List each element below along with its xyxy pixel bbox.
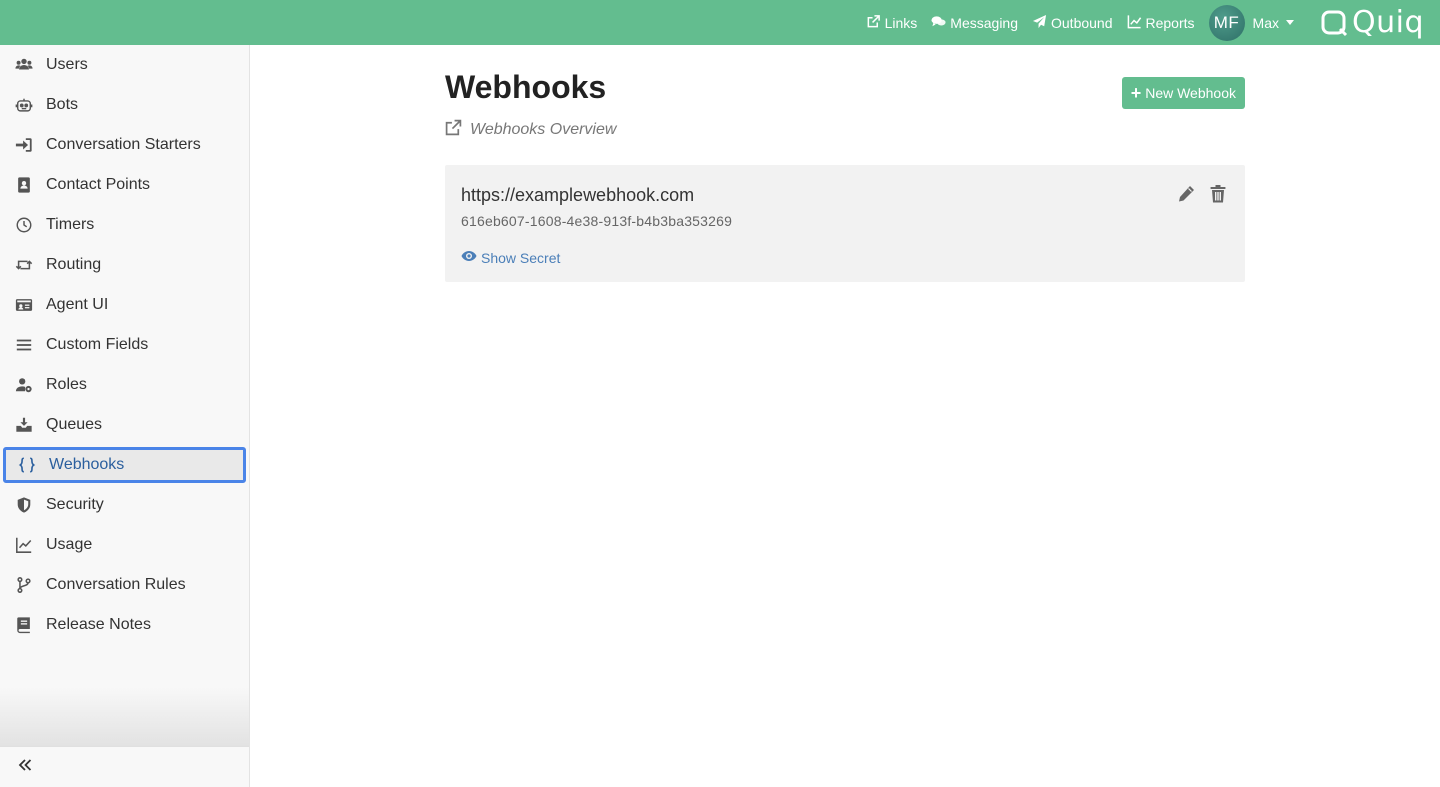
collapse-sidebar-button[interactable] [15, 757, 35, 777]
sidebar-item-label: Usage [46, 536, 93, 553]
sidebar-item-label: Users [46, 56, 88, 73]
sidebar-item-queues[interactable]: Queues [0, 405, 249, 445]
area-chart-icon [14, 535, 34, 555]
address-book-icon [14, 175, 34, 195]
avatar[interactable]: MF [1208, 4, 1245, 41]
webhook-actions [1175, 184, 1229, 209]
eye-icon [461, 248, 477, 267]
sidebar-item-agent-ui[interactable]: Agent UI [0, 285, 249, 325]
nav-reports-label: Reports [1145, 14, 1195, 31]
sidebar-item-users[interactable]: Users [0, 45, 249, 85]
sidebar-item-label: Contact Points [46, 176, 151, 193]
robot-icon [14, 95, 34, 115]
users-icon [14, 55, 34, 75]
sidebar-item-label: Agent UI [46, 296, 109, 313]
caret-down-icon [1285, 20, 1294, 25]
clock-icon [14, 215, 34, 235]
user-name-dropdown[interactable]: Max [1253, 15, 1294, 31]
sidebar-footer [0, 746, 249, 787]
sidebar-item-label: Queues [46, 416, 103, 433]
nav-outbound-label: Outbound [1051, 14, 1113, 31]
sidebar-item-custom-fields[interactable]: Custom Fields [0, 325, 249, 365]
sidebar: Users Bots Conversation Starters Contact… [0, 45, 250, 787]
sidebar-item-label: Bots [46, 96, 79, 113]
new-webhook-button[interactable]: + New Webhook [1121, 77, 1245, 109]
sidebar-item-label: Roles [46, 376, 87, 393]
comments-icon [931, 14, 946, 32]
code-branch-icon [14, 575, 34, 595]
double-chevron-left-icon [17, 757, 33, 778]
overview-link-label: Webhooks Overview [470, 121, 617, 138]
webhooks-overview-link[interactable]: Webhooks Overview [445, 119, 616, 141]
sidebar-item-label: Routing [46, 256, 102, 273]
plus-icon: + [1130, 82, 1142, 103]
retweet-icon [14, 255, 34, 275]
nav-reports[interactable]: Reports [1127, 14, 1195, 32]
inbox-download-icon [14, 415, 34, 435]
show-secret-label: Show Secret [481, 249, 561, 266]
bars-icon [14, 335, 34, 355]
webhook-card: https://examplewebhook.com 616eb607-1608… [445, 165, 1245, 282]
paper-plane-icon [1032, 14, 1047, 32]
nav-links[interactable]: Links [866, 14, 918, 32]
shield-icon [14, 495, 34, 515]
sidebar-nav: Users Bots Conversation Starters Contact… [0, 45, 249, 645]
show-secret-link[interactable]: Show Secret [461, 248, 560, 267]
user-cog-icon [14, 375, 34, 395]
edit-webhook-button[interactable] [1175, 185, 1197, 207]
user-menu[interactable]: MF Max [1208, 4, 1294, 41]
nav-outbound[interactable]: Outbound [1032, 14, 1113, 32]
pencil-icon [1176, 184, 1196, 209]
sidebar-item-label: Conversation Rules [46, 576, 186, 593]
logo-text: Quiq [1351, 5, 1424, 40]
nav-messaging-label: Messaging [950, 14, 1018, 31]
sidebar-item-roles[interactable]: Roles [0, 365, 249, 405]
sidebar-item-webhooks[interactable]: Webhooks [3, 447, 246, 483]
id-card-icon [14, 295, 34, 315]
sidebar-item-conversation-rules[interactable]: Conversation Rules [0, 565, 249, 605]
webhook-id: 616eb607-1608-4e38-913f-b4b3ba353269 [461, 213, 733, 229]
sidebar-item-label: Timers [46, 216, 95, 233]
nav-messaging[interactable]: Messaging [931, 14, 1018, 32]
sidebar-item-label: Custom Fields [46, 336, 149, 353]
sidebar-item-label: Conversation Starters [46, 136, 201, 153]
quiq-logo: Quiq [1320, 5, 1424, 40]
nav-links-label: Links [884, 14, 918, 31]
top-nav: Links Messaging Outbound Reports MF Max [866, 4, 1424, 41]
external-link-icon [866, 14, 881, 32]
sidebar-fade [0, 687, 249, 747]
sidebar-item-conversation-starters[interactable]: Conversation Starters [0, 125, 249, 165]
sidebar-item-label: Release Notes [46, 616, 151, 633]
braces-icon [17, 455, 37, 475]
sidebar-item-label: Security [46, 496, 104, 513]
sidebar-item-label: Webhooks [49, 456, 125, 473]
webhook-url: https://examplewebhook.com [461, 185, 695, 205]
line-chart-icon [1127, 14, 1142, 32]
sidebar-item-security[interactable]: Security [0, 485, 249, 525]
top-bar: Links Messaging Outbound Reports MF Max [0, 0, 1440, 45]
sidebar-item-release-notes[interactable]: Release Notes [0, 605, 249, 645]
user-name: Max [1252, 14, 1279, 31]
external-link-icon [445, 119, 462, 141]
sidebar-item-timers[interactable]: Timers [0, 205, 249, 245]
page-title: Webhooks [445, 69, 607, 105]
trash-icon [1208, 184, 1228, 209]
book-icon [14, 615, 34, 635]
quiq-logo-mark [1321, 10, 1348, 36]
sidebar-item-usage[interactable]: Usage [0, 525, 249, 565]
sidebar-item-bots[interactable]: Bots [0, 85, 249, 125]
sidebar-item-contact-points[interactable]: Contact Points [0, 165, 249, 205]
new-webhook-label: New Webhook [1145, 85, 1236, 101]
sidebar-item-routing[interactable]: Routing [0, 245, 249, 285]
sign-in-icon [14, 135, 34, 155]
delete-webhook-button[interactable] [1207, 184, 1229, 209]
